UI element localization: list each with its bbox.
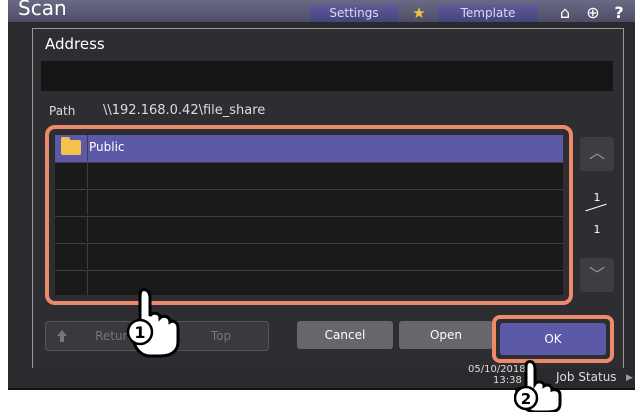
- screen: Scan Settings ★ Template ⌂ ⊕ ? Address P…: [8, 0, 635, 390]
- open-button[interactable]: Open: [399, 321, 493, 349]
- folder-icon: [61, 137, 81, 155]
- list-icon-cell: [55, 270, 88, 295]
- top-bar: Scan Settings ★ Template ⌂ ⊕ ?: [8, 0, 635, 22]
- job-status-arrow-icon: ▶: [626, 373, 633, 383]
- job-status-button[interactable]: Job Status: [556, 370, 617, 384]
- list-item[interactable]: [55, 243, 563, 271]
- path-value: \\192.168.0.42\file_share: [103, 103, 266, 118]
- list-item[interactable]: [55, 216, 563, 244]
- ok-button[interactable]: OK: [500, 323, 606, 355]
- step-2-callout: 2: [521, 390, 531, 408]
- address-field[interactable]: [41, 61, 613, 91]
- star-icon[interactable]: ★: [406, 5, 432, 22]
- cancel-button[interactable]: Cancel: [297, 321, 393, 349]
- ok-highlight-frame: OK: [492, 315, 614, 363]
- template-button[interactable]: Template: [438, 5, 538, 22]
- list-item-label: Public: [89, 140, 125, 154]
- hand-pointer-icon: 2: [514, 360, 562, 412]
- globe-icon[interactable]: ⊕: [582, 3, 604, 22]
- return-arrow-icon: [57, 330, 67, 342]
- list-item[interactable]: [55, 189, 563, 217]
- dialog-title: Address: [45, 35, 105, 53]
- help-icon[interactable]: ?: [608, 3, 630, 22]
- page-separator: [585, 203, 607, 212]
- step-1-callout: 1: [134, 323, 145, 342]
- list-icon-cell: [55, 243, 88, 269]
- page-total: 1: [593, 223, 601, 236]
- list-icon-cell: [55, 189, 88, 215]
- app-title: Scan: [18, 0, 67, 20]
- settings-button[interactable]: Settings: [310, 5, 398, 22]
- top-button[interactable]: Top: [173, 321, 269, 351]
- scroll-down-button[interactable]: ﹀: [580, 258, 614, 292]
- scroll-up-button[interactable]: ︿: [580, 137, 614, 171]
- home-icon[interactable]: ⌂: [554, 3, 576, 22]
- address-dialog: Address Path \\192.168.0.42\file_share P…: [32, 28, 624, 370]
- list-icon-cell: [55, 162, 88, 188]
- list-icon-cell: [55, 216, 88, 242]
- path-label: Path: [49, 104, 76, 118]
- list-item-public[interactable]: Public: [55, 135, 563, 163]
- list-highlight-frame: Public: [45, 125, 573, 305]
- hand-pointer-icon: 1: [126, 288, 180, 358]
- list-icon-cell: [55, 135, 88, 161]
- folder-list: Public: [55, 135, 563, 295]
- list-item[interactable]: [55, 162, 563, 190]
- page-current: 1: [593, 191, 601, 204]
